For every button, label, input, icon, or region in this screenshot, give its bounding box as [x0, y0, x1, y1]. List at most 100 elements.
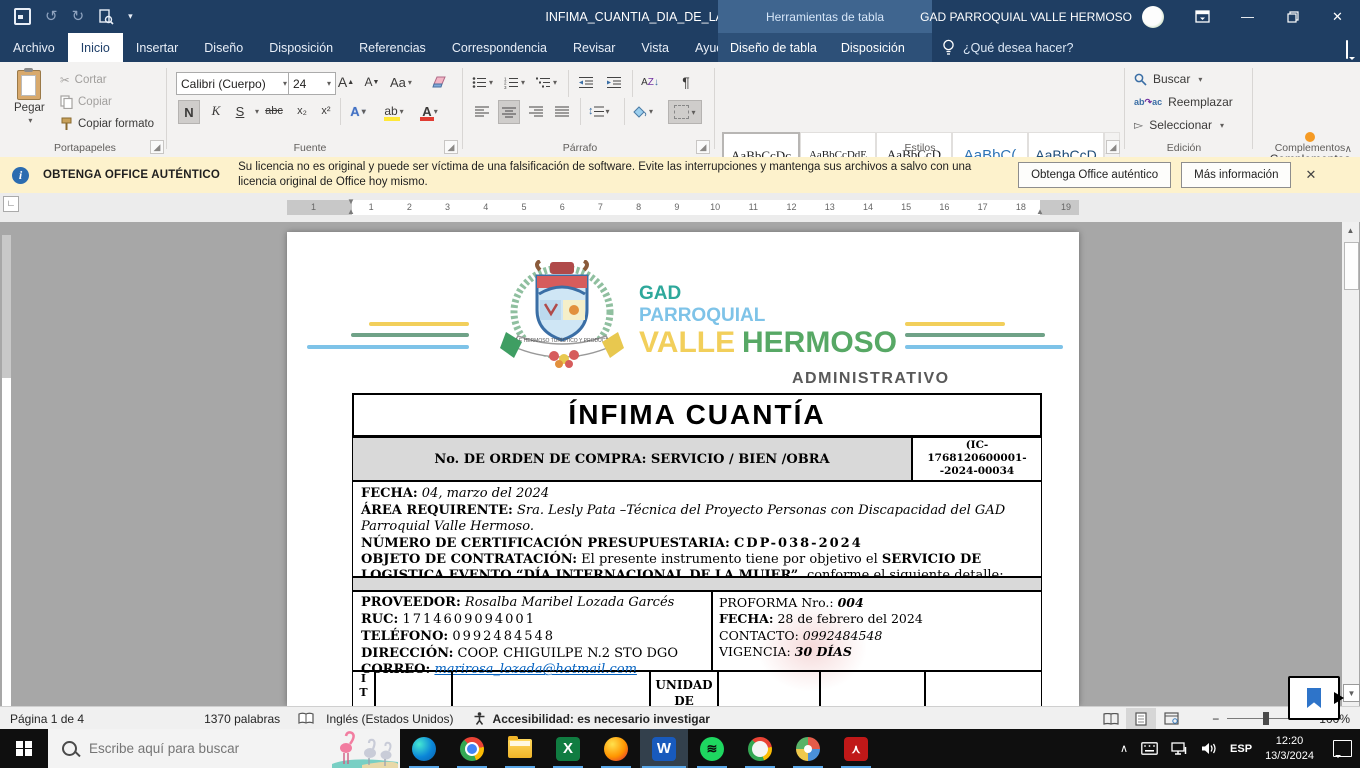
accessibility-status[interactable]: Accesibilidad: es necesario investigar: [493, 712, 710, 726]
accessibility-icon[interactable]: [472, 711, 487, 726]
tab-diseno[interactable]: Diseño: [191, 33, 256, 62]
language-indicator[interactable]: Inglés (Estados Unidos): [326, 712, 453, 726]
italic-button[interactable]: K: [206, 100, 226, 122]
taskbar-excel-icon[interactable]: X: [544, 729, 592, 768]
tab-archivo[interactable]: Archivo: [0, 33, 68, 62]
share-comment-icon[interactable]: [1346, 41, 1348, 59]
taskbar-chrome-icon[interactable]: [448, 729, 496, 768]
shrink-font-button[interactable]: A▼: [362, 71, 382, 93]
show-marks-button[interactable]: ¶: [676, 71, 696, 93]
styles-dialog-launcher-icon[interactable]: ◢: [1106, 140, 1120, 154]
restore-button[interactable]: [1270, 0, 1315, 33]
web-layout-icon[interactable]: [1156, 708, 1186, 729]
save-icon[interactable]: [14, 8, 31, 25]
minimize-button[interactable]: —: [1225, 0, 1270, 33]
font-family-combo[interactable]: Calibri (Cuerpo) ▾: [176, 72, 292, 95]
network-icon[interactable]: [1171, 742, 1188, 755]
account-avatar[interactable]: [1142, 6, 1164, 28]
search-highlight-birds-image[interactable]: [332, 731, 398, 768]
more-info-button[interactable]: Más información: [1181, 162, 1291, 188]
find-button[interactable]: Buscar ▾: [1134, 72, 1202, 86]
action-center-icon[interactable]: [1333, 740, 1352, 757]
cut-button[interactable]: ✂ Cortar: [60, 70, 107, 90]
print-layout-icon[interactable]: [1126, 708, 1156, 729]
zoom-slider-thumb[interactable]: [1263, 712, 1269, 725]
line-spacing-button[interactable]: ↕ ▾: [588, 100, 610, 122]
tab-insertar[interactable]: Insertar: [123, 33, 191, 62]
dismiss-warning-icon[interactable]: ✕: [1305, 167, 1316, 183]
scroll-down-icon[interactable]: ▼: [1343, 684, 1360, 702]
font-dialog-launcher-icon[interactable]: ◢: [444, 140, 458, 154]
bullets-button[interactable]: ▾: [472, 71, 493, 93]
borders-button[interactable]: ▾: [668, 100, 702, 124]
redo-icon[interactable]: ↻: [72, 9, 85, 24]
tab-disposicion-tabla[interactable]: Disposición: [829, 33, 917, 62]
sort-button[interactable]: AZ↓: [640, 71, 660, 93]
superscript-button[interactable]: x²: [316, 100, 336, 122]
copy-button[interactable]: Copiar: [60, 92, 112, 112]
replace-button[interactable]: ab↷ac Reemplazar: [1134, 95, 1233, 109]
right-indent-marker[interactable]: ▲: [1036, 208, 1044, 216]
underline-caret[interactable]: ▾: [246, 100, 266, 122]
vertical-scrollbar[interactable]: ▲ ▼: [1342, 222, 1359, 706]
word-count[interactable]: 1370 palabras: [204, 712, 280, 726]
undo-icon[interactable]: ↺: [45, 9, 58, 24]
format-painter-button[interactable]: Copiar formato: [60, 114, 154, 134]
tab-stop-selector[interactable]: ∟: [3, 196, 19, 212]
numbering-button[interactable]: 123 ▾: [504, 71, 525, 93]
ribbon-display-options-icon[interactable]: [1180, 0, 1225, 33]
clear-formatting-button[interactable]: [430, 71, 450, 93]
strikethrough-button[interactable]: abc: [264, 100, 284, 122]
taskbar-edge-icon[interactable]: [400, 729, 448, 768]
vertical-ruler[interactable]: 321 123456: [2, 235, 11, 706]
volume-icon[interactable]: [1201, 742, 1217, 755]
read-mode-icon[interactable]: [1096, 708, 1126, 729]
tab-diseno-de-tabla[interactable]: Diseño de tabla: [718, 33, 829, 62]
grow-font-button[interactable]: A▲: [336, 71, 356, 93]
clipboard-dialog-launcher-icon[interactable]: ◢: [150, 140, 164, 154]
justify-button[interactable]: [552, 100, 572, 122]
decrease-indent-button[interactable]: [576, 71, 596, 93]
tab-vista[interactable]: Vista: [628, 33, 682, 62]
increase-indent-button[interactable]: [604, 71, 624, 93]
subscript-button[interactable]: x₂: [292, 100, 312, 122]
font-size-combo[interactable]: 24 ▾: [288, 72, 336, 95]
tab-revisar[interactable]: Revisar: [560, 33, 628, 62]
taskbar-explorer-icon[interactable]: [496, 729, 544, 768]
change-case-button[interactable]: Aa ▾: [390, 71, 412, 93]
select-button[interactable]: ▻ Seleccionar ▾: [1134, 118, 1224, 132]
tell-me-box[interactable]: ¿Qué desea hacer?: [942, 33, 1074, 62]
scrollbar-thumb[interactable]: [1344, 242, 1359, 290]
multilevel-list-button[interactable]: ▾: [536, 71, 557, 93]
hanging-indent-marker[interactable]: ▲: [347, 208, 355, 216]
bold-button[interactable]: N: [178, 100, 200, 124]
start-button[interactable]: [0, 729, 48, 768]
proofing-icon[interactable]: [298, 712, 314, 726]
tray-clock[interactable]: 12:20 13/3/2024: [1265, 734, 1314, 764]
tray-language[interactable]: ESP: [1230, 743, 1252, 755]
taskbar-acrobat-icon[interactable]: ⋏: [832, 729, 880, 768]
horizontal-ruler[interactable]: 1 123456789101112131415161718 19 ▼ ▲ ▲: [287, 200, 1079, 215]
taskbar-search[interactable]: [48, 729, 400, 768]
taskbar-chrome-profile-icon[interactable]: [736, 729, 784, 768]
page-indicator[interactable]: Página 1 de 4: [10, 712, 84, 726]
align-left-button[interactable]: [472, 100, 492, 122]
first-line-indent-marker[interactable]: ▼: [347, 198, 355, 206]
close-button[interactable]: ✕: [1315, 0, 1360, 33]
tab-disposicion[interactable]: Disposición: [256, 33, 346, 62]
document-page[interactable]: VALLE HERMOSO TURÍSTICO Y PRODUCTIVO GAD…: [287, 232, 1079, 706]
align-right-button[interactable]: [526, 100, 546, 122]
document-canvas[interactable]: 321 123456 VALLE HERMOSO TURÍSTICO Y PRO…: [0, 222, 1360, 706]
taskbar-spotify-icon[interactable]: ≋: [688, 729, 736, 768]
tray-show-hidden-icon[interactable]: ∧: [1120, 742, 1128, 755]
font-color-button[interactable]: A ▾: [420, 100, 440, 122]
get-office-button[interactable]: Obtenga Office auténtico: [1018, 162, 1171, 188]
tab-inicio[interactable]: Inicio: [68, 33, 123, 62]
zoom-out-icon[interactable]: −: [1212, 712, 1219, 726]
text-effects-button[interactable]: A▾: [348, 100, 368, 122]
taskbar-firefox-icon[interactable]: [592, 729, 640, 768]
taskbar-word-icon[interactable]: W: [640, 729, 688, 768]
customize-qat-icon[interactable]: ▾: [128, 12, 133, 21]
tab-referencias[interactable]: Referencias: [346, 33, 439, 62]
taskbar-paint-icon[interactable]: [784, 729, 832, 768]
